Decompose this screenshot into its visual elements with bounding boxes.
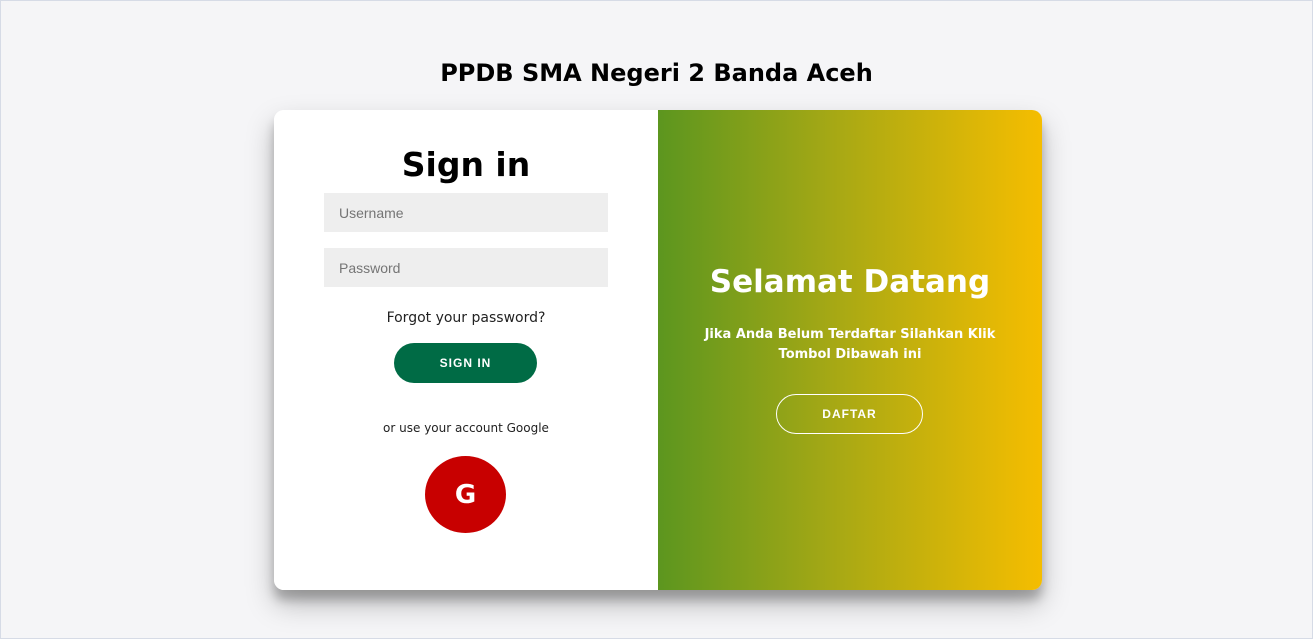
welcome-heading: Selamat Datang [709,264,991,300]
welcome-panel: Selamat Datang Jika Anda Belum Terdaftar… [658,110,1042,590]
sign-in-button[interactable]: SIGN IN [394,343,537,383]
password-input[interactable] [324,248,608,287]
forgot-password-link[interactable]: Forgot your password? [274,310,658,326]
google-signin-button[interactable]: G [425,456,506,533]
login-card: Sign in Forgot your password? SIGN IN or… [274,110,1042,590]
username-input[interactable] [324,193,608,232]
google-alt-text: or use your account Google [383,421,549,435]
register-button[interactable]: DAFTAR [776,394,923,434]
google-icon: G [454,479,477,510]
signin-panel: Sign in Forgot your password? SIGN IN or… [274,110,658,590]
welcome-text: Jika Anda Belum Terdaftar Silahkan Klik … [704,327,996,362]
signin-heading: Sign in [401,145,531,184]
page-title: PPDB SMA Negeri 2 Banda Aceh [440,59,873,87]
